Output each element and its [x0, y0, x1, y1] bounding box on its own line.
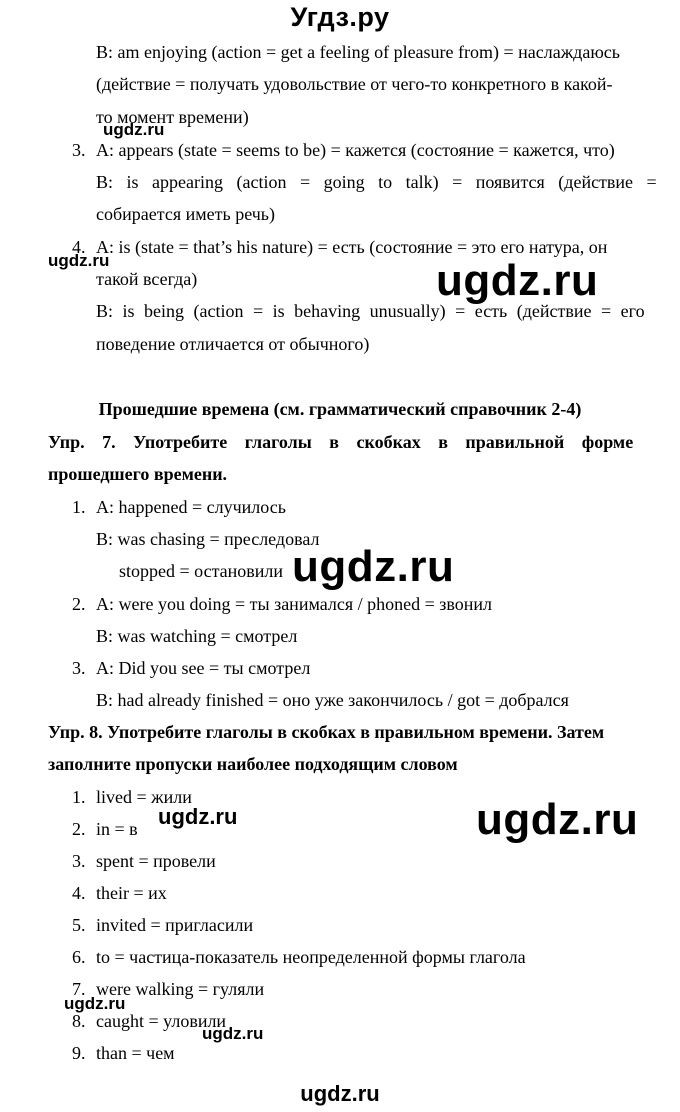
- ex7-item2-b: B: was watching = смотрел: [96, 626, 298, 646]
- text: B: am enjoying (action = get a feeling o…: [96, 42, 620, 62]
- ex8-item6-number: 6.: [72, 947, 86, 967]
- item4-a-line2: такой всегда): [96, 269, 198, 289]
- item3-a: A: appears (state = seems to be) = кажет…: [96, 140, 615, 160]
- ex8-item8-number: 8.: [72, 1011, 86, 1031]
- ex8-item2: in = в: [96, 819, 138, 839]
- item4-b-line1: B: is being (action = is behaving unusua…: [96, 301, 645, 321]
- item2-b-line1: B: am enjoying (action = get a feeling o…: [96, 41, 644, 63]
- exercise8-title-line1: Упр. 8. Употребите глаголы в скобках в п…: [48, 722, 605, 742]
- site-title: Угдз.ру: [290, 2, 390, 32]
- ex8-item9: than = чем: [96, 1043, 175, 1063]
- ex7-item2-a: A: were you doing = ты занимался / phone…: [96, 594, 492, 614]
- ex7-item1-c: stopped = остановили: [119, 561, 284, 581]
- exercise7-title-line1: Упр. 7. Употребите глаголы в скобках в п…: [48, 432, 634, 452]
- item3-b-line1: B: is appearing (action = going to talk)…: [96, 172, 657, 192]
- ex7-item2-number: 2.: [72, 594, 86, 614]
- ex7-item1-number: 1.: [72, 497, 86, 517]
- watermark: ugdz.ru: [436, 256, 599, 305]
- item4-a-line1: A: is (state = that’s his nature) = есть…: [96, 237, 608, 257]
- ex7-item3-b: B: had already finished = оно уже законч…: [96, 690, 569, 710]
- ex7-item1-b: B: was chasing = преследовал: [96, 529, 320, 549]
- ex8-item1-number: 1.: [72, 787, 86, 807]
- ex8-item5-number: 5.: [72, 915, 86, 935]
- item4-b-line2: поведение отличается от обычного): [96, 334, 370, 354]
- ex8-item9-number: 9.: [72, 1043, 86, 1063]
- ex8-item6: to = частица-показатель неопределенной ф…: [96, 947, 526, 967]
- watermark: ugdz.ru: [292, 542, 455, 591]
- ex8-item3: spent = провели: [96, 851, 216, 871]
- exercise8-title-line2: заполните пропуски наиболее подходящим с…: [48, 754, 458, 774]
- watermark: ugdz.ru: [158, 804, 238, 829]
- ex8-item4-number: 4.: [72, 883, 86, 903]
- ex8-item3-number: 3.: [72, 851, 86, 871]
- exercise7-title-line2: прошедшего времени.: [48, 464, 228, 484]
- ex8-item5: invited = пригласили: [96, 915, 254, 935]
- item3-b-line2: собирается иметь речь): [96, 204, 275, 224]
- item3-number: 3.: [72, 140, 86, 160]
- ex7-item1-a: A: happened = случилось: [96, 497, 286, 517]
- watermark: ugdz.ru: [476, 795, 639, 844]
- document-page: Угдз.ру B: am enjoying (action = get a f…: [0, 0, 680, 1112]
- watermark: ugdz.ru: [103, 120, 165, 139]
- ex8-item2-number: 2.: [72, 819, 86, 839]
- item2-b-line2: (действие = получать удовольствие от чег…: [96, 74, 613, 94]
- ex7-item3-a: A: Did you see = ты смотрел: [96, 658, 311, 678]
- section-heading: Прошедшие времена (см. грамматический сп…: [98, 399, 582, 419]
- watermark: ugdz.ru: [202, 1024, 264, 1043]
- ex7-item3-number: 3.: [72, 658, 86, 678]
- ex8-item4: their = их: [96, 883, 167, 903]
- footer-watermark: ugdz.ru: [300, 1081, 380, 1106]
